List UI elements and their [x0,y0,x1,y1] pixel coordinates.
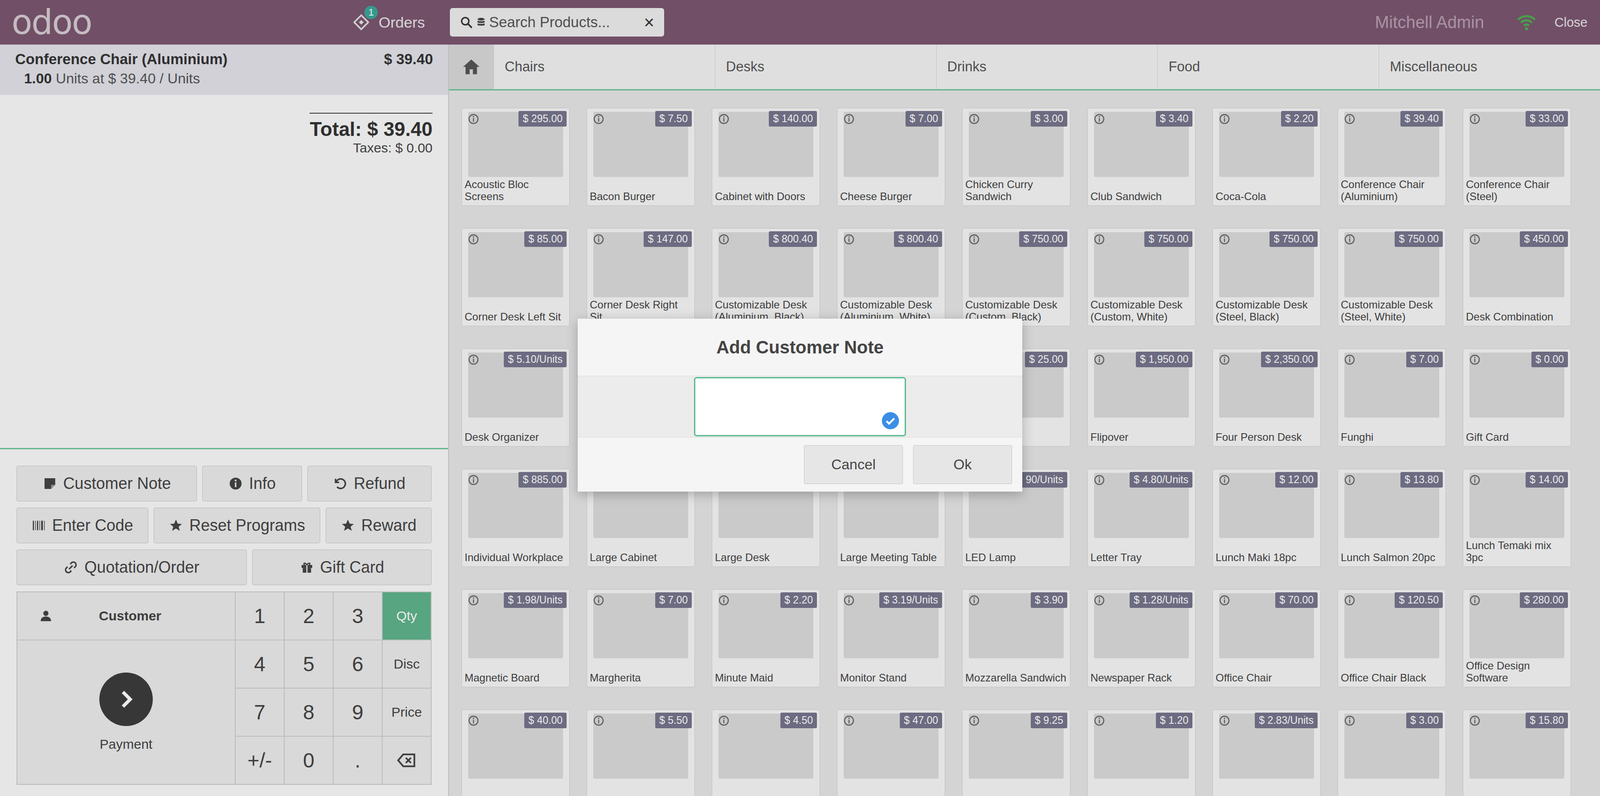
note-textarea[interactable] [693,376,907,437]
dialog-footer: CancelOk [577,436,1023,492]
check-badge-icon[interactable] [881,411,900,430]
pos-screen: odoo1Orders×Mitchell AdminCloseConferenc… [0,0,1600,796]
note-field-wrap [693,376,907,437]
dialog-title: Add Customer Note [716,337,884,358]
customer-note-dialog: Add Customer Note CancelOk [577,318,1023,492]
dialog-body [577,375,1023,437]
dialog-header: Add Customer Note [577,318,1023,376]
dialog-button[interactable]: Cancel [804,444,903,484]
dialog-button[interactable]: Ok [913,444,1013,484]
modal-backdrop: Add Customer Note CancelOk [0,0,1600,796]
